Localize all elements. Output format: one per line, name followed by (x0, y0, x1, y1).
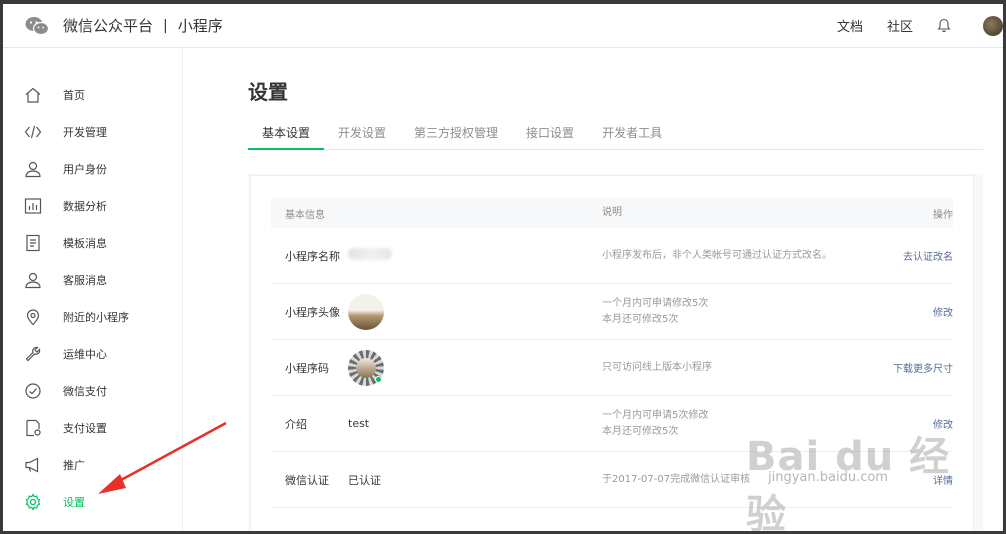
certify-rename-link[interactable]: 去认证改名 (843, 248, 953, 263)
row-desc: 一个月内可申请修改5次 本月还可修改5次 (602, 297, 709, 325)
user-icon (23, 159, 43, 179)
basic-info-table: 基本信息 说明 操作 小程序名称 小程序发布后，非个人类帐号可通过认证方式改名。… (271, 198, 953, 508)
sidebar-item-ops-center[interactable]: 运维中心 (3, 335, 182, 372)
row-desc: 一个月内可申请5次修改 本月还可修改5次 (602, 409, 709, 437)
edit-intro-link[interactable]: 修改 (843, 416, 953, 431)
tab-developer-tools[interactable]: 开发者工具 (602, 120, 662, 150)
sidebar-item-payment-settings[interactable]: 支付设置 (3, 409, 182, 446)
sidebar-item-wechat-pay[interactable]: 微信支付 (3, 372, 182, 409)
sidebar-item-data-analysis[interactable]: 数据分析 (3, 187, 182, 224)
sidebar-item-promotion[interactable]: 推广 (3, 446, 182, 483)
community-link[interactable]: 社区 (887, 16, 913, 35)
wechat-icon (25, 16, 49, 35)
table-row-intro: 介绍 test 一个月内可申请5次修改 本月还可修改5次 修改 (271, 396, 953, 452)
sidebar-item-support-messages[interactable]: 客服消息 (3, 261, 182, 298)
gear-icon (23, 492, 43, 512)
megaphone-icon (23, 455, 43, 475)
page-title: 设置 (248, 80, 288, 104)
tab-dev-settings[interactable]: 开发设置 (338, 120, 386, 150)
top-right-actions: 文档 社区 (837, 4, 1003, 47)
sidebar-item-user-identity[interactable]: 用户身份 (3, 150, 182, 187)
basic-info-card: 基本信息 说明 操作 小程序名称 小程序发布后，非个人类帐号可通过认证方式改名。… (250, 175, 974, 534)
sidebar-nav: 首页 开发管理 用户身份 数据分析 模板消息 客服消息 附近的小程序 运维中心 … (3, 48, 182, 520)
edit-avatar-link[interactable]: 修改 (843, 304, 953, 319)
header-separator: | (163, 17, 168, 34)
user-avatar[interactable] (983, 15, 1003, 36)
settings-tabs: 基本设置 开发设置 第三方授权管理 接口设置 开发者工具 (248, 120, 983, 150)
row-label: 介绍 (285, 417, 307, 431)
certification-value: 已认证 (348, 473, 381, 487)
row-label: 小程序头像 (285, 305, 340, 319)
row-label: 小程序名称 (285, 249, 340, 263)
table-row-name: 小程序名称 小程序发布后，非个人类帐号可通过认证方式改名。 去认证改名 (271, 228, 953, 284)
tab-basic-settings[interactable]: 基本设置 (248, 120, 325, 150)
platform-name: 微信公众平台 (63, 17, 154, 35)
code-icon (23, 122, 43, 142)
header-action: 操作 (933, 209, 953, 221)
support-icon (23, 270, 43, 290)
table-header: 基本信息 说明 操作 (271, 198, 953, 228)
sidebar-item-settings[interactable]: 设置 (3, 483, 182, 520)
row-desc: 于2017-07-07完成微信认证审核 (602, 473, 751, 485)
bell-icon[interactable] (937, 18, 951, 33)
name-value-blurred (348, 248, 602, 263)
wechat-logo[interactable]: 微信公众平台 | 小程序 (25, 15, 223, 36)
tab-third-party-auth[interactable]: 第三方授权管理 (414, 120, 498, 150)
intro-value: test (348, 417, 370, 430)
home-icon (23, 85, 43, 105)
payment-icon (23, 381, 43, 401)
top-bar: 微信公众平台 | 小程序 文档 社区 (3, 4, 1003, 48)
sidebar-item-template-messages[interactable]: 模板消息 (3, 224, 182, 261)
row-label: 小程序码 (285, 361, 329, 375)
certification-details-link[interactable]: 详情 (843, 472, 953, 487)
product-name: 小程序 (177, 17, 223, 35)
table-row-qrcode: 小程序码 只可访问线上版本小程序 下载更多尺寸 (271, 340, 953, 396)
sidebar: 首页 开发管理 用户身份 数据分析 模板消息 客服消息 附近的小程序 运维中心 … (3, 48, 183, 534)
document-icon (23, 233, 43, 253)
bar-chart-icon (23, 196, 43, 216)
download-sizes-link[interactable]: 下载更多尺寸 (843, 360, 953, 375)
row-desc: 只可访问线上版本小程序 (602, 361, 712, 373)
main-content: 设置 基本设置 开发设置 第三方授权管理 接口设置 开发者工具 基本信息 说明 … (183, 48, 1003, 534)
row-label: 微信认证 (285, 473, 329, 487)
table-row-certification: 微信认证 已认证 于2017-07-07完成微信认证审核 详情 (271, 452, 953, 508)
header-desc: 说明 (602, 207, 622, 218)
tab-interface-settings[interactable]: 接口设置 (526, 120, 574, 150)
sidebar-item-home[interactable]: 首页 (3, 76, 182, 113)
location-icon (23, 307, 43, 327)
table-row-avatar: 小程序头像 一个月内可申请修改5次 本月还可修改5次 修改 (271, 284, 953, 340)
wrench-icon (23, 344, 43, 364)
docs-link[interactable]: 文档 (837, 16, 863, 35)
miniprogram-code (348, 349, 384, 386)
header-info: 基本信息 (285, 209, 325, 221)
page-body: 首页 开发管理 用户身份 数据分析 模板消息 客服消息 附近的小程序 运维中心 … (3, 48, 1003, 534)
row-desc: 小程序发布后，非个人类帐号可通过认证方式改名。 (602, 249, 832, 261)
sidebar-item-nearby-miniprogram[interactable]: 附近的小程序 (3, 298, 182, 335)
miniprogram-avatar (348, 293, 384, 330)
sidebar-item-dev-management[interactable]: 开发管理 (3, 113, 182, 150)
payment-settings-icon (23, 418, 43, 438)
